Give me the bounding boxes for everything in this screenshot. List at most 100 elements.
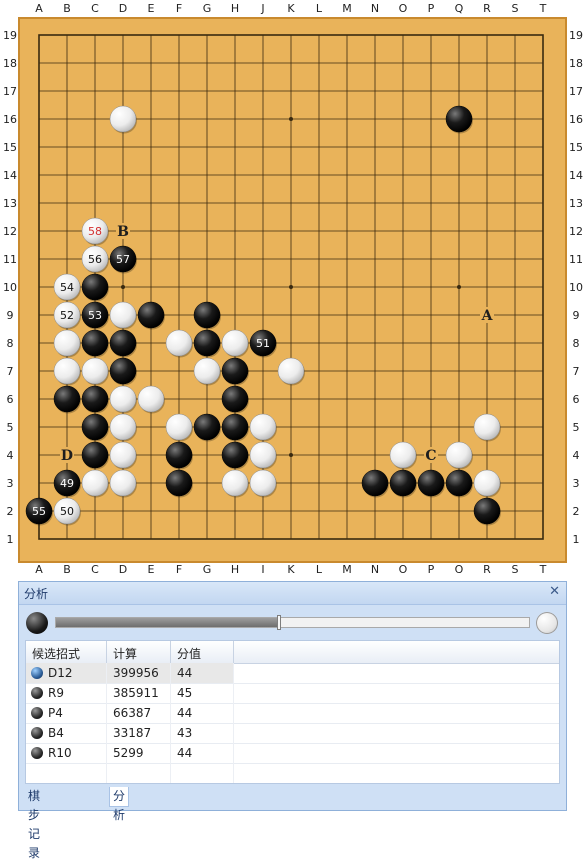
white-stone[interactable] bbox=[109, 105, 137, 133]
candidate-mark-B[interactable]: B bbox=[117, 224, 129, 240]
white-stone[interactable] bbox=[473, 413, 501, 441]
row-label-right: 15 bbox=[569, 141, 583, 154]
row-label-left: 9 bbox=[7, 309, 14, 322]
column-label-top: D bbox=[119, 2, 127, 15]
white-stone[interactable] bbox=[109, 301, 137, 329]
black-stone[interactable] bbox=[389, 469, 417, 497]
move-number: 53 bbox=[88, 309, 102, 322]
white-stone[interactable] bbox=[165, 329, 193, 357]
move-number: 57 bbox=[116, 253, 130, 266]
tab-analysis[interactable]: 分析 bbox=[109, 787, 130, 822]
black-stone[interactable] bbox=[473, 497, 501, 525]
black-stone[interactable] bbox=[221, 385, 249, 413]
white-stone[interactable] bbox=[53, 357, 81, 385]
black-stone[interactable] bbox=[109, 329, 137, 357]
black-stone[interactable] bbox=[221, 441, 249, 469]
black-stone[interactable] bbox=[81, 273, 109, 301]
white-stone[interactable] bbox=[221, 329, 249, 357]
black-stone[interactable] bbox=[193, 413, 221, 441]
panel-title-bar: 分析 ✕ bbox=[19, 582, 566, 605]
candidate-mark-C[interactable]: C bbox=[425, 448, 436, 464]
column-label-bottom: J bbox=[260, 563, 264, 573]
white-stone[interactable] bbox=[53, 329, 81, 357]
white-stone[interactable] bbox=[109, 413, 137, 441]
move-number: 51 bbox=[256, 337, 270, 350]
white-stone[interactable] bbox=[221, 469, 249, 497]
black-stone[interactable] bbox=[361, 469, 389, 497]
tab-move-record[interactable]: 棋步记录 bbox=[25, 787, 43, 860]
column-label-bottom: E bbox=[148, 563, 155, 573]
column-label-bottom: Q bbox=[455, 563, 464, 573]
score-cell: 43 bbox=[177, 726, 193, 740]
move-number: 52 bbox=[60, 309, 74, 322]
win-rate-bar[interactable] bbox=[55, 615, 530, 630]
go-board-area: A A B B C C D D E E F F G G H H J J K K L L M M N N O O P P Q Q R R S S T T 19… bbox=[0, 0, 587, 573]
row-label-right: 1 bbox=[573, 533, 580, 546]
row-label-right: 11 bbox=[569, 253, 583, 266]
row-label-right: 19 bbox=[569, 29, 583, 42]
black-stone[interactable] bbox=[53, 385, 81, 413]
black-stone[interactable] bbox=[81, 329, 109, 357]
white-stone[interactable] bbox=[165, 413, 193, 441]
white-stone[interactable] bbox=[137, 385, 165, 413]
black-stone[interactable] bbox=[445, 469, 473, 497]
column-label-top: G bbox=[203, 2, 212, 15]
stone-icon bbox=[31, 687, 43, 699]
black-stone[interactable] bbox=[109, 357, 137, 385]
black-stone[interactable] bbox=[165, 469, 193, 497]
white-stone[interactable] bbox=[81, 469, 109, 497]
white-stone[interactable] bbox=[81, 357, 109, 385]
row-label-right: 12 bbox=[569, 225, 583, 238]
column-header-move[interactable]: 候选招式 bbox=[32, 645, 80, 662]
row-label-right: 6 bbox=[573, 393, 580, 406]
white-stone[interactable] bbox=[249, 413, 277, 441]
white-stone[interactable] bbox=[389, 441, 417, 469]
white-stone[interactable] bbox=[473, 469, 501, 497]
white-stone[interactable] bbox=[109, 441, 137, 469]
column-header-score[interactable]: 分值 bbox=[177, 645, 201, 662]
move-cell: R9 bbox=[48, 686, 64, 700]
white-stone[interactable] bbox=[277, 357, 305, 385]
column-label-top: L bbox=[316, 2, 323, 15]
row-label-left: 4 bbox=[7, 449, 14, 462]
black-stone[interactable] bbox=[165, 441, 193, 469]
black-stone[interactable] bbox=[81, 385, 109, 413]
row-label-left: 14 bbox=[3, 169, 17, 182]
white-stone[interactable] bbox=[249, 441, 277, 469]
candidate-mark-A[interactable]: A bbox=[481, 308, 494, 324]
white-stone[interactable] bbox=[249, 469, 277, 497]
column-label-bottom: F bbox=[176, 563, 182, 573]
black-stone[interactable] bbox=[221, 357, 249, 385]
black-stone[interactable] bbox=[417, 469, 445, 497]
black-stone[interactable] bbox=[221, 413, 249, 441]
black-stone[interactable] bbox=[137, 301, 165, 329]
white-stone[interactable] bbox=[445, 441, 473, 469]
column-label-top: C bbox=[91, 2, 99, 15]
slider-handle[interactable] bbox=[277, 615, 282, 630]
column-label-top: R bbox=[483, 2, 491, 15]
column-header-calc[interactable]: 计算 bbox=[113, 645, 137, 662]
calc-cell: 66387 bbox=[113, 706, 152, 720]
column-label-bottom: M bbox=[342, 563, 352, 573]
star-point bbox=[289, 117, 293, 121]
black-stone[interactable] bbox=[81, 441, 109, 469]
close-icon[interactable]: ✕ bbox=[549, 584, 560, 599]
go-board[interactable]: AABBCCDDEEFFGGHHJJKKLLMMNNOOPPQQRRSSTT19… bbox=[0, 0, 587, 573]
black-stone[interactable] bbox=[81, 413, 109, 441]
black-stone[interactable] bbox=[445, 105, 473, 133]
black-stone[interactable] bbox=[193, 301, 221, 329]
move-cell: R10 bbox=[48, 746, 72, 760]
white-stone[interactable] bbox=[109, 469, 137, 497]
black-stone[interactable] bbox=[193, 329, 221, 357]
row-label-right: 7 bbox=[573, 365, 580, 378]
row-label-right: 9 bbox=[573, 309, 580, 322]
white-stone[interactable] bbox=[193, 357, 221, 385]
row-label-left: 12 bbox=[3, 225, 17, 238]
column-label-bottom: L bbox=[316, 563, 323, 573]
candidate-mark-D[interactable]: D bbox=[61, 448, 73, 464]
column-label-top: J bbox=[260, 2, 264, 15]
row-label-right: 2 bbox=[573, 505, 580, 518]
white-stone[interactable] bbox=[109, 385, 137, 413]
column-label-bottom: S bbox=[512, 563, 519, 573]
star-point bbox=[289, 285, 293, 289]
